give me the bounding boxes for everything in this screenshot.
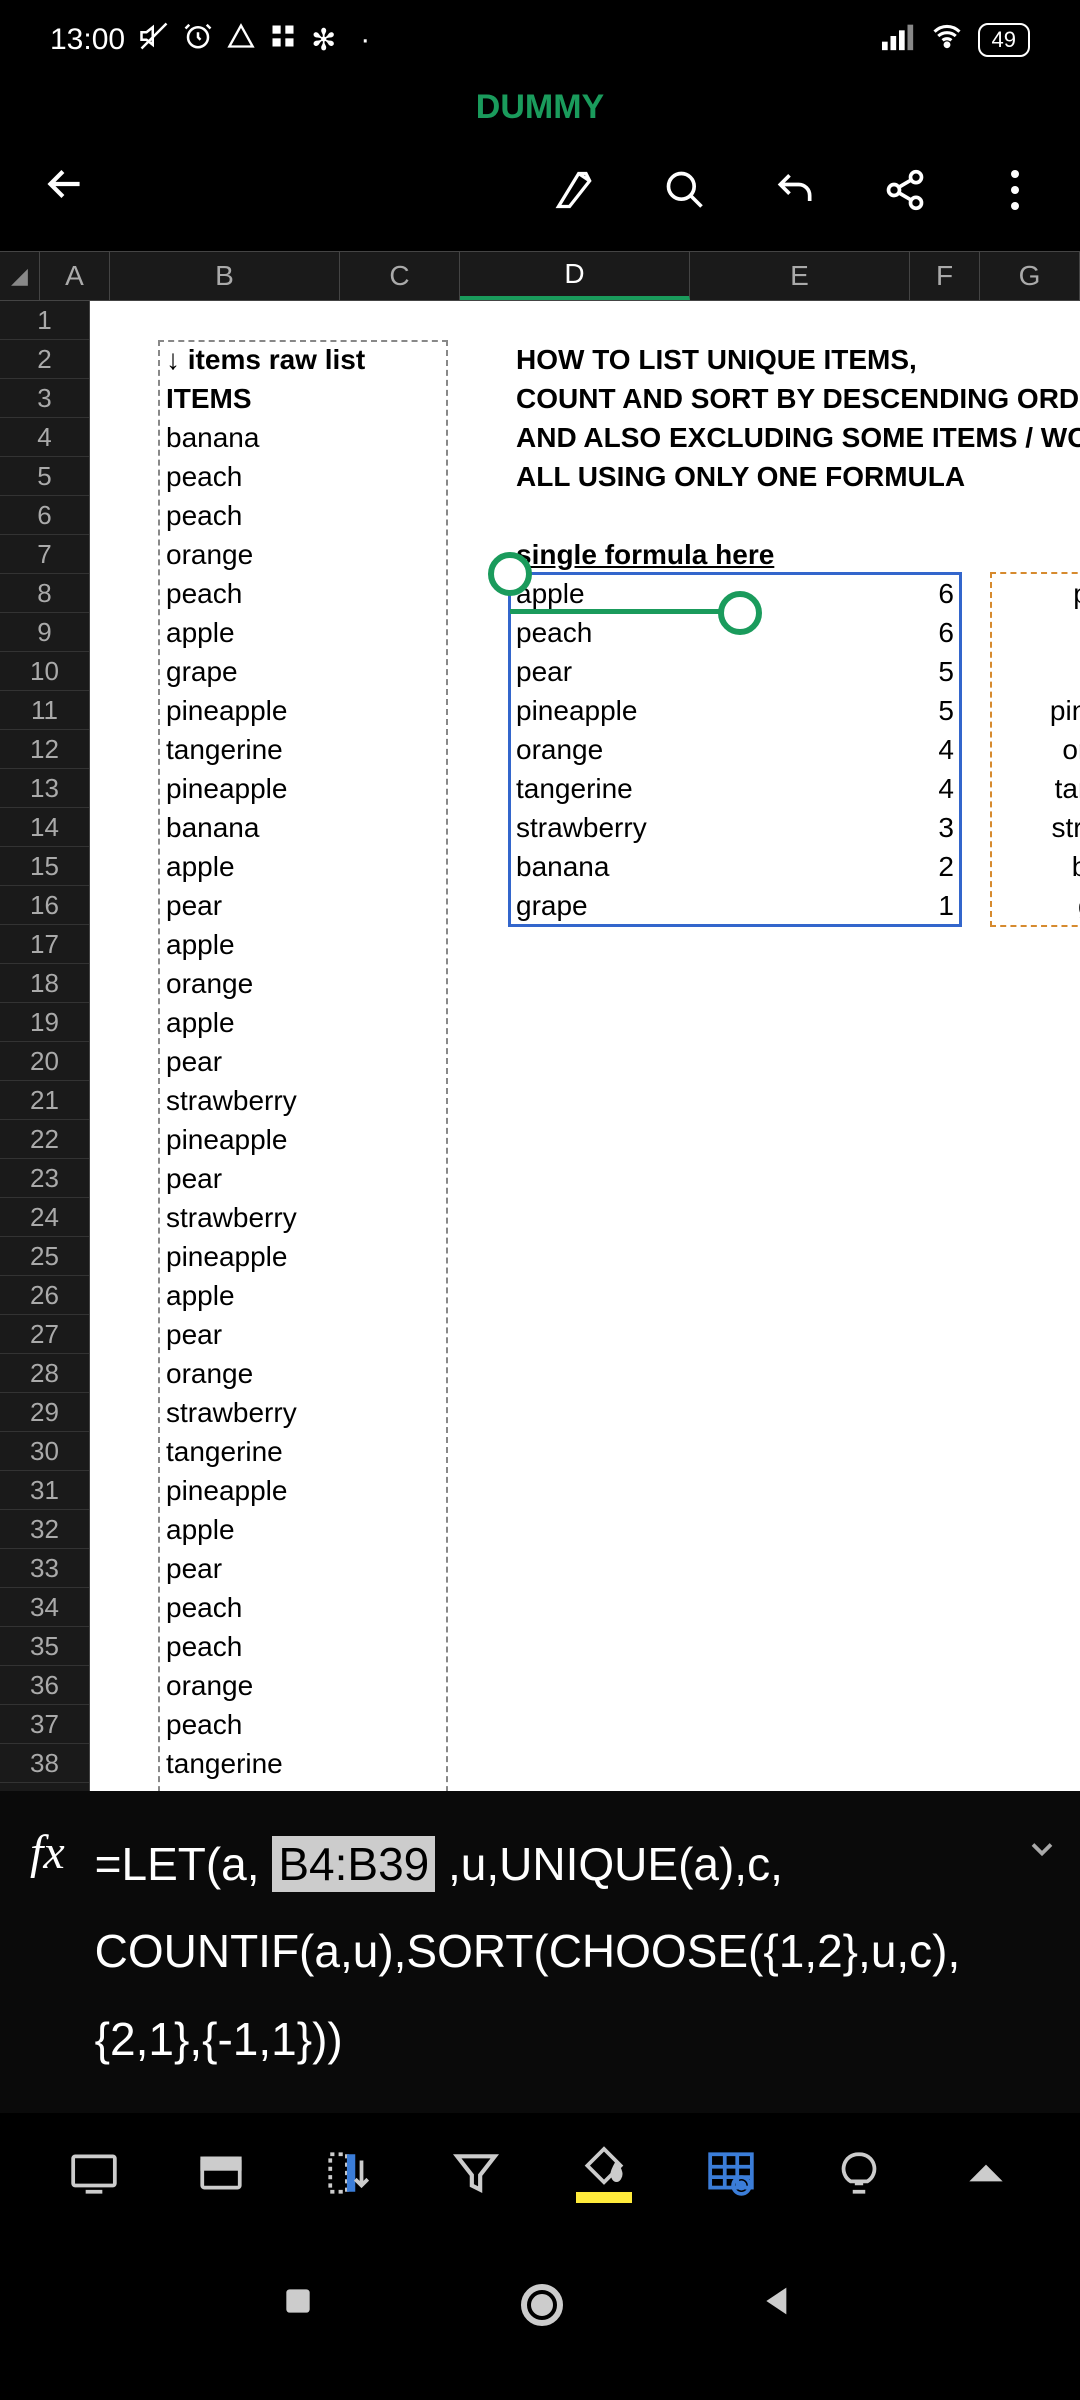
toolbar <box>0 147 1080 251</box>
fx-label: fx <box>30 1821 65 1880</box>
row-header[interactable]: 27 <box>0 1315 89 1354</box>
row-header[interactable]: 20 <box>0 1042 89 1081</box>
row-header[interactable]: 36 <box>0 1666 89 1705</box>
row-header[interactable]: 29 <box>0 1393 89 1432</box>
row-header[interactable]: 33 <box>0 1549 89 1588</box>
row-header[interactable]: 3 <box>0 379 89 418</box>
document-title: DUMMY <box>0 80 1080 147</box>
camera-grid-icon[interactable] <box>701 2143 761 2203</box>
cell[interactable]: HOW TO LIST UNIQUE ITEMS, <box>516 344 1080 376</box>
row-header[interactable]: 21 <box>0 1081 89 1120</box>
row-header[interactable]: 16 <box>0 886 89 925</box>
col-header-D[interactable]: D <box>460 252 690 300</box>
battery-level: 49 <box>978 23 1030 57</box>
fill-color-icon[interactable] <box>574 2143 634 2203</box>
undo-icon[interactable] <box>770 165 820 215</box>
row-header[interactable]: 14 <box>0 808 89 847</box>
row-header[interactable]: 35 <box>0 1627 89 1666</box>
expand-formula-icon[interactable] <box>1024 1821 1060 1877</box>
nav-home[interactable] <box>518 2281 563 2326</box>
alarm-icon <box>183 21 213 59</box>
row-header[interactable]: 34 <box>0 1588 89 1627</box>
mute-icon <box>139 21 169 59</box>
row-header[interactable]: 15 <box>0 847 89 886</box>
row-header[interactable]: 5 <box>0 457 89 496</box>
row-header[interactable]: 37 <box>0 1705 89 1744</box>
row-header[interactable]: 25 <box>0 1237 89 1276</box>
row-header[interactable]: 10 <box>0 652 89 691</box>
row-header[interactable]: 26 <box>0 1276 89 1315</box>
filter-icon[interactable] <box>446 2143 506 2203</box>
nav-back[interactable] <box>758 2281 803 2326</box>
cell[interactable]: AND ALSO EXCLUDING SOME ITEMS / WO <box>516 422 1080 454</box>
dot-icon: · <box>360 23 370 57</box>
search-icon[interactable] <box>660 165 710 215</box>
col-header-C[interactable]: C <box>340 252 460 300</box>
row-header[interactable]: 31 <box>0 1471 89 1510</box>
row-header[interactable]: 32 <box>0 1510 89 1549</box>
snow-icon: ✻ <box>311 23 336 58</box>
cell[interactable]: single formula here <box>516 539 916 571</box>
sort-icon[interactable] <box>319 2143 379 2203</box>
row-header[interactable]: 9 <box>0 613 89 652</box>
bulb-icon[interactable] <box>829 2143 889 2203</box>
selection-handle[interactable] <box>718 591 762 635</box>
row-header[interactable]: 39 <box>0 1783 89 1791</box>
row-header[interactable]: 24 <box>0 1198 89 1237</box>
cell[interactable]: COUNT AND SORT BY DESCENDING ORDE <box>516 383 1080 415</box>
more-menu-icon[interactable] <box>990 165 1040 215</box>
col-header-E[interactable]: E <box>690 252 910 300</box>
col-header-A[interactable]: A <box>40 252 110 300</box>
share-icon[interactable] <box>880 165 930 215</box>
row-header[interactable]: 8 <box>0 574 89 613</box>
bottom-toolbar <box>0 2113 1080 2233</box>
edit-icon[interactable] <box>550 165 600 215</box>
row-header[interactable]: 13 <box>0 769 89 808</box>
triangle-icon <box>227 22 255 58</box>
row-headers: 1234567891011121314151617181920212223242… <box>0 301 90 1791</box>
nav-recent[interactable] <box>278 2281 323 2326</box>
formula-text[interactable]: =LET(a, B4:B39 ,u,UNIQUE(a),c, COUNTIF(a… <box>95 1821 994 2083</box>
back-button[interactable] <box>40 159 90 221</box>
row-header[interactable]: 11 <box>0 691 89 730</box>
screen-icon[interactable] <box>64 2143 124 2203</box>
selection-handle[interactable] <box>488 552 532 596</box>
row-header[interactable]: 38 <box>0 1744 89 1783</box>
select-all-corner[interactable]: ◢ <box>0 252 40 300</box>
range-outline-b <box>158 340 448 1791</box>
row-header[interactable]: 19 <box>0 1003 89 1042</box>
signal-icon <box>882 21 916 59</box>
formula-bar[interactable]: fx =LET(a, B4:B39 ,u,UNIQUE(a),c, COUNTI… <box>0 1791 1080 2113</box>
row-header[interactable]: 7 <box>0 535 89 574</box>
sheet[interactable]: ↓ items raw listITEMSbananapeachpeachora… <box>90 301 1080 1791</box>
active-cell-underline <box>510 609 740 614</box>
status-bar: 13:00 ✻ · 49 <box>0 0 1080 80</box>
col-header-F[interactable]: F <box>910 252 980 300</box>
wifi-icon <box>930 21 964 59</box>
card-icon[interactable] <box>191 2143 251 2203</box>
row-header[interactable]: 18 <box>0 964 89 1003</box>
android-nav-bar <box>0 2233 1080 2373</box>
col-header-G[interactable]: G <box>980 252 1080 300</box>
row-header[interactable]: 12 <box>0 730 89 769</box>
column-headers: ◢ ABCDEFG <box>0 251 1080 301</box>
formula-range-highlight[interactable]: B4:B39 <box>272 1836 435 1892</box>
row-header[interactable]: 4 <box>0 418 89 457</box>
grid-area[interactable]: 1234567891011121314151617181920212223242… <box>0 301 1080 1791</box>
collapse-up-icon[interactable] <box>956 2143 1016 2203</box>
row-header[interactable]: 1 <box>0 301 89 340</box>
row-header[interactable]: 28 <box>0 1354 89 1393</box>
row-header[interactable]: 17 <box>0 925 89 964</box>
col-header-B[interactable]: B <box>110 252 340 300</box>
row-header[interactable]: 6 <box>0 496 89 535</box>
clock: 13:00 <box>50 23 125 57</box>
grid-icon <box>269 22 297 58</box>
row-header[interactable]: 22 <box>0 1120 89 1159</box>
range-outline-orange <box>990 572 1080 927</box>
row-header[interactable]: 30 <box>0 1432 89 1471</box>
row-header[interactable]: 2 <box>0 340 89 379</box>
cell[interactable]: ALL USING ONLY ONE FORMULA <box>516 461 1080 493</box>
row-header[interactable]: 23 <box>0 1159 89 1198</box>
